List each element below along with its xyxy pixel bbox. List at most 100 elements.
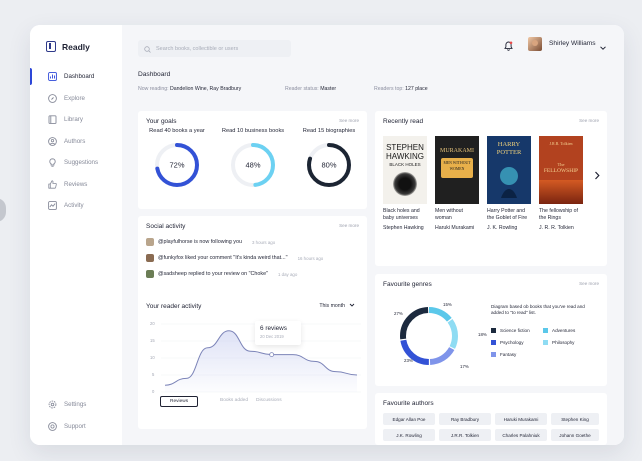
sidebar: Readly Dashboard Explore Library Authors…	[30, 25, 122, 445]
goal-value: 48%	[245, 161, 260, 170]
legend-swatch	[491, 328, 496, 333]
readers-top: Readers top: 127 place	[374, 86, 428, 92]
goal-item[interactable]: Read 10 business books 48%	[213, 128, 293, 189]
see-more-link[interactable]: See more	[339, 223, 359, 228]
sidebar-item-suggestions[interactable]: Suggestions	[30, 152, 122, 174]
tooltip-title: 6 reviews	[260, 325, 287, 332]
sidebar-item-support[interactable]: Support	[30, 416, 122, 438]
author-chip[interactable]: Haruki Murakami	[495, 413, 547, 425]
cover-text: HARRY	[497, 141, 521, 148]
legend-swatch	[543, 340, 548, 345]
sidebar-item-reviews[interactable]: Reviews	[30, 174, 122, 196]
card-title: Favourite authors	[383, 400, 434, 407]
activity-time: 1 day ago	[277, 271, 298, 277]
book-cover: MURAKAMI MEN WITHOUT WOMEN	[435, 136, 479, 204]
sidebar-item-authors[interactable]: Authors	[30, 131, 122, 153]
sidebar-item-activity[interactable]: Activity	[30, 195, 122, 217]
genre-pct-label: 18%	[478, 332, 487, 337]
activity-item[interactable]: @playfulhorse is now following you 3 hou…	[146, 238, 275, 246]
chevron-down-icon[interactable]	[599, 39, 607, 57]
now-reading: Now reading: Dandelion Wine, Ray Bradbur…	[138, 86, 241, 92]
activity-time: 3 hours ago	[251, 239, 276, 245]
cover-text: HAWKING	[386, 152, 424, 161]
sidebar-item-explore[interactable]: Explore	[30, 88, 122, 110]
chevron-down-icon	[349, 302, 355, 310]
tab-books-added[interactable]: Books added	[220, 398, 248, 403]
goal-item[interactable]: Read 15 biographies 80%	[289, 128, 369, 189]
y-tick: 0	[152, 389, 155, 394]
background-decoration	[0, 198, 6, 222]
activity-time: 16 hours ago	[297, 255, 324, 261]
book-cover: J.R.R. Tolkien The FELLOWSHIP	[539, 136, 583, 204]
recently-read-card: Recently read See more STEPHEN HAWKING B…	[375, 111, 607, 266]
book-author: Stephen Hawking	[383, 225, 424, 231]
avatar	[146, 238, 154, 246]
cover-text: J.R.R. Tolkien	[549, 141, 573, 146]
thumbs-up-icon	[48, 180, 57, 189]
sidebar-item-library[interactable]: Library	[30, 109, 122, 131]
goal-item[interactable]: Read 40 books a year 72%	[137, 128, 217, 189]
activity-item[interactable]: @funkyfox liked your comment "It's kinda…	[146, 254, 323, 262]
legend-swatch	[543, 328, 548, 333]
sidebar-item-settings[interactable]: Settings	[30, 394, 122, 416]
dashboard-icon	[48, 72, 57, 82]
book-title: Men without woman	[435, 208, 463, 221]
avatar	[146, 254, 154, 262]
sidebar-item-dashboard[interactable]: Dashboard	[30, 66, 122, 88]
book-card[interactable]: STEPHEN HAWKING BLACK HOLES Black holes …	[383, 136, 427, 231]
library-icon	[48, 115, 57, 125]
user-name[interactable]: Shirley Williams	[549, 40, 596, 47]
card-title: Your goals	[146, 118, 177, 125]
goal-label: Read 10 business books	[221, 128, 285, 134]
book-title: Harry Potter and the Goblet of Fire	[487, 208, 528, 221]
search-icon	[144, 40, 151, 58]
period-dropdown[interactable]: This month	[319, 302, 355, 310]
see-more-link[interactable]: See more	[339, 118, 359, 123]
explore-icon	[48, 93, 57, 103]
sidebar-item-label: Explore	[64, 94, 85, 102]
gear-icon	[48, 400, 57, 409]
cover-text: MURAKAMI	[439, 148, 474, 154]
card-title: Your reader activity	[146, 303, 202, 310]
now-reading-value[interactable]: Dandelion Wine, Ray Bradbury	[170, 86, 241, 92]
avatar[interactable]	[528, 37, 542, 51]
highlight-point[interactable]	[269, 352, 275, 357]
bulb-icon	[48, 158, 57, 167]
legend-item: Fantasy	[491, 352, 516, 357]
search-bar[interactable]	[138, 40, 291, 57]
book-card[interactable]: MURAKAMI MEN WITHOUT WOMEN Men without w…	[435, 136, 479, 231]
author-chip[interactable]: J.R.R. Tolkien	[439, 429, 491, 441]
logo[interactable]: Readly	[46, 41, 90, 52]
legend-item: Psychology	[491, 340, 524, 345]
book-card[interactable]: HARRY POTTER Harry Potter and the Goblet…	[487, 136, 531, 231]
book-author: J. K. Rowling	[487, 225, 518, 231]
see-more-link[interactable]: See more	[579, 118, 599, 123]
sidebar-bottom-nav: Settings Support	[30, 394, 122, 437]
chevron-right-icon[interactable]	[594, 167, 600, 185]
sidebar-item-label: Settings	[64, 401, 87, 409]
book-card[interactable]: J.R.R. Tolkien The FELLOWSHIP The fellow…	[539, 136, 583, 231]
sidebar-item-label: Dashboard	[64, 73, 95, 81]
author-chip[interactable]: Charles Palahniuk	[495, 429, 547, 441]
cover-text: STEPHEN	[386, 143, 424, 152]
search-input[interactable]	[156, 45, 286, 52]
activity-icon	[48, 201, 57, 211]
author-chip[interactable]: Edgar Allan Poe	[383, 413, 435, 425]
y-tick: 15	[150, 338, 155, 343]
author-chip[interactable]: J.K. Rowling	[383, 429, 435, 441]
activity-item[interactable]: @sadsheep replied to your review on "Cho…	[146, 270, 297, 278]
tab-reviews[interactable]: Reviews	[160, 396, 199, 407]
help-icon	[48, 421, 57, 431]
sidebar-item-label: Support	[64, 422, 86, 430]
see-more-link[interactable]: See more	[579, 281, 599, 286]
genre-pct-label: 15%	[443, 302, 452, 307]
chart-tooltip: 6 reviews 20 Dec 2019	[255, 321, 301, 345]
bell-icon[interactable]	[504, 38, 513, 56]
tab-discussions[interactable]: Discussions	[256, 398, 282, 403]
legend-label: Adventures	[552, 328, 576, 333]
author-chip[interactable]: Johann Goethe	[551, 429, 599, 441]
author-chip[interactable]: Stephen King	[551, 413, 599, 425]
reader-status-value: Master	[320, 86, 337, 92]
y-tick: 10	[150, 355, 155, 360]
author-chip[interactable]: Ray Bradbury	[439, 413, 491, 425]
